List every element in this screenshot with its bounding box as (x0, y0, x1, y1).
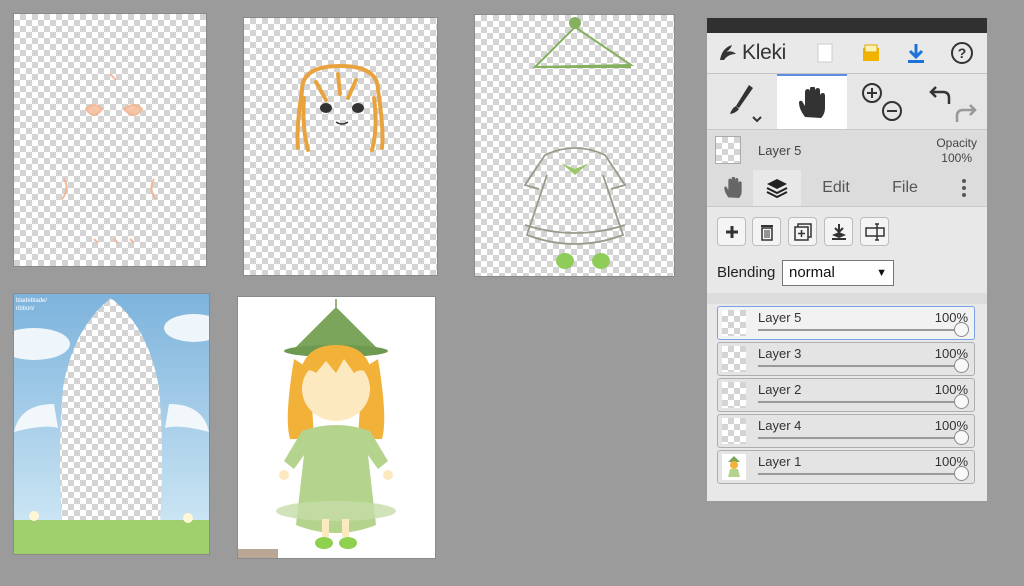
layer-opacity-track (758, 473, 962, 475)
blush-sketch (61, 73, 157, 244)
hair-sketch (295, 63, 385, 152)
add-layer-icon (725, 225, 738, 238)
download-button[interactable] (902, 39, 930, 67)
sky-watermark: bladeblade/ ribbon/ (16, 298, 48, 312)
layer-preview-hair (244, 18, 437, 275)
layer-opacity-track (758, 437, 962, 439)
undo-icon[interactable] (929, 85, 951, 104)
zoom-out-icon[interactable] (882, 100, 902, 121)
tab-hand[interactable] (715, 170, 751, 206)
layer-opacity-track (758, 365, 962, 367)
redo-icon[interactable] (955, 103, 977, 122)
layer-name: Layer 4 (758, 418, 802, 433)
duplicate-layer-icon (793, 222, 812, 241)
layer-item[interactable]: Layer 2 100% (717, 378, 975, 412)
svg-text:?: ? (958, 45, 967, 61)
opacity-label: Opacity (936, 136, 977, 150)
kleki-sidebar: Kleki ? Layer 5 Opacity 100% Edit File B… (707, 18, 987, 501)
current-layer-info: Layer 5 Opacity 100% (707, 130, 987, 170)
layer-name: Layer 1 (758, 454, 802, 469)
layers-icon (766, 179, 788, 199)
hand-tool-button[interactable] (777, 74, 847, 129)
open-image-button[interactable] (857, 39, 885, 67)
zoom-buttons (847, 74, 917, 129)
add-layer-button[interactable] (717, 217, 746, 246)
layer-name: Layer 5 (758, 310, 802, 325)
zoom-in-icon[interactable] (862, 82, 882, 103)
layer-thumbnail (722, 310, 746, 336)
more-vertical-icon (962, 179, 966, 197)
panel-top-bar (707, 18, 987, 33)
blending-row: Blending normal ▼ (707, 253, 987, 293)
tab-edit[interactable]: Edit (807, 170, 865, 206)
brush-tool-button[interactable] (707, 74, 777, 129)
blending-label: Blending (717, 264, 776, 281)
layer-actions (707, 207, 987, 253)
hand-icon (799, 86, 825, 118)
layer-thumbnail (722, 418, 746, 444)
tab-layers[interactable] (753, 170, 801, 206)
outline-sketch (523, 17, 635, 269)
download-icon (908, 44, 924, 63)
composite-preview (238, 297, 435, 558)
panel-tabs: Edit File (707, 170, 987, 207)
sky-background (14, 294, 209, 554)
layer-opacity-slider-handle[interactable] (954, 358, 969, 373)
undo-redo-buttons (917, 74, 987, 129)
kleki-logo-text: Kleki (742, 41, 787, 64)
layer-preview-outline (475, 15, 674, 276)
delete-layer-button[interactable] (752, 217, 781, 246)
help-icon: ? (951, 42, 973, 64)
layer-opacity-slider-handle[interactable] (954, 322, 969, 337)
layer-preview-blush (14, 14, 206, 266)
layer-item[interactable]: Layer 4 100% (717, 414, 975, 448)
merge-down-icon (831, 223, 846, 240)
layer-preview-background: bladeblade/ ribbon/ (14, 294, 209, 554)
current-layer-name: Layer 5 (758, 143, 802, 158)
kleki-logo-icon (720, 45, 736, 60)
blending-select[interactable]: normal ▼ (782, 260, 894, 286)
duplicate-layer-button[interactable] (788, 217, 817, 246)
rename-layer-icon (864, 222, 885, 241)
blending-selected-value: normal (789, 264, 835, 281)
open-folder-icon (863, 44, 879, 61)
layer-item[interactable]: Layer 3 100% (717, 342, 975, 376)
new-image-icon (817, 43, 833, 63)
current-layer-thumbnail (715, 136, 741, 164)
layer-item[interactable]: Layer 5 100% (717, 306, 975, 340)
help-button[interactable]: ? (948, 39, 976, 67)
layer-thumbnail (722, 346, 746, 372)
rename-layer-button[interactable] (860, 217, 889, 246)
tab-file[interactable]: File (875, 170, 935, 206)
more-menu-button[interactable] (949, 170, 979, 206)
delete-layer-icon (760, 224, 773, 241)
layer-item[interactable]: Layer 1 100% (717, 450, 975, 484)
layer-opacity-slider-handle[interactable] (954, 394, 969, 409)
new-image-button[interactable] (811, 39, 839, 67)
layer-opacity-track (758, 401, 962, 403)
hand-icon (724, 177, 742, 198)
kleki-logo[interactable]: Kleki (717, 41, 786, 65)
layer-list: Layer 5 100% Layer 3 100% Layer 2 100% L… (707, 304, 987, 501)
opacity-value: 100% (941, 151, 972, 165)
layer-name: Layer 3 (758, 346, 802, 361)
layer-thumbnail (722, 382, 746, 408)
layer-opacity-slider-handle[interactable] (954, 466, 969, 481)
witch-girl-illustration (238, 299, 396, 558)
layer-opacity-track (758, 329, 962, 331)
layer-name: Layer 2 (758, 382, 802, 397)
brush-icon (730, 84, 762, 122)
layer-opacity-slider-handle[interactable] (954, 430, 969, 445)
merge-down-button[interactable] (824, 217, 853, 246)
tool-row (707, 74, 987, 130)
chevron-down-icon: ▼ (876, 267, 887, 279)
menu-bar: Kleki ? (707, 33, 987, 74)
layer-thumbnail (722, 454, 746, 480)
